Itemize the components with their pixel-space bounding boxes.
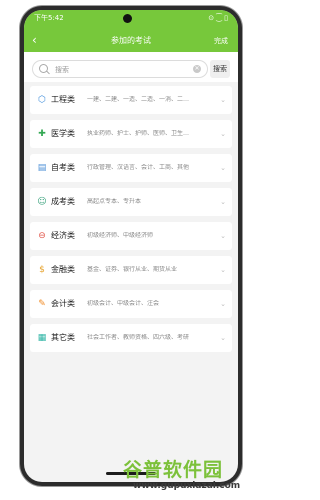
app-screen: 下午5:42 ⊙ ⁐ ▯ ‹ 参加的考试 完成 ✕ 搜索 ⬡ 工程类 一建、二建…	[24, 10, 238, 482]
building-icon: ⬡	[38, 95, 46, 105]
search-input[interactable]	[53, 62, 177, 78]
category-desc: 行政管理、汉语言、会计、工商、其他	[87, 164, 190, 171]
category-label: 自考类	[51, 163, 75, 172]
category-item-economics[interactable]: ⊖ 经济类 初级经济师、中级经济师 ⌄	[30, 222, 232, 250]
category-desc: 初级会计、中级会计、注会	[87, 300, 160, 307]
category-label: 经济类	[51, 231, 75, 240]
category-label: 成考类	[51, 197, 75, 206]
app-header: 下午5:42 ⊙ ⁐ ▯ ‹ 参加的考试 完成	[24, 10, 238, 52]
category-desc: 基金、证券、银行从业、期货从业	[87, 266, 178, 273]
category-item-medical[interactable]: ✚ 医学类 执业药师、护士、护师、医师、卫生… ⌄	[30, 120, 232, 148]
chevron-down-icon[interactable]: ⌄	[220, 95, 226, 105]
category-list: ⬡ 工程类 一建、二建、一造、二造、一消、二… ⌄ ✚ 医学类 执业药师、护士、…	[30, 86, 232, 358]
category-item-engineering[interactable]: ⬡ 工程类 一建、二建、一造、二造、一消、二… ⌄	[30, 86, 232, 114]
category-item-finance[interactable]: $ 金融类 基金、证券、银行从业、期货从业 ⌄	[30, 256, 232, 284]
chevron-down-icon[interactable]: ⌄	[220, 265, 226, 275]
category-desc: 初级经济师、中级经济师	[87, 232, 154, 239]
category-item-adult-exam[interactable]: ☺ 成考类 高起点专本、专升本 ⌄	[30, 188, 232, 216]
category-label: 医学类	[51, 129, 75, 138]
status-time: 下午5:42	[34, 14, 64, 22]
medical-icon: ✚	[38, 129, 46, 139]
category-item-other[interactable]: ▦ 其它类 社会工作者、教师资格、四六级、考研 ⌄	[30, 324, 232, 352]
category-desc: 高起点专本、专升本	[87, 198, 142, 205]
chevron-down-icon[interactable]: ⌄	[220, 129, 226, 139]
category-desc: 社会工作者、教师资格、四六级、考研	[87, 334, 190, 341]
graduation-icon: ☺	[37, 197, 47, 207]
phone-frame: 下午5:42 ⊙ ⁐ ▯ ‹ 参加的考试 完成 ✕ 搜索 ⬡ 工程类 一建、二建…	[20, 6, 242, 486]
search-field[interactable]: ✕	[32, 60, 208, 78]
watermark: 谷普软件园 www.gupuxiazai.com	[0, 455, 258, 500]
category-label: 其它类	[51, 333, 75, 342]
chevron-down-icon[interactable]: ⌄	[220, 163, 226, 173]
search-button[interactable]: 搜索	[210, 60, 230, 78]
dollar-icon: $	[39, 265, 45, 275]
chevron-down-icon[interactable]: ⌄	[220, 231, 226, 241]
category-desc: 执业药师、护士、护师、医师、卫生…	[87, 130, 190, 137]
watermark-url: www.gupuxiazai.com	[133, 481, 241, 491]
camera-cutout	[123, 14, 132, 23]
category-item-accounting[interactable]: ✎ 会计类 初级会计、中级会计、注会 ⌄	[30, 290, 232, 318]
status-icons: ⊙ ⁐ ▯	[208, 14, 228, 22]
clear-icon[interactable]: ✕	[193, 65, 201, 73]
category-desc: 一建、二建、一造、二造、一消、二…	[87, 96, 190, 103]
pencil-icon: ✎	[38, 299, 46, 309]
chevron-down-icon[interactable]: ⌄	[220, 333, 226, 343]
economics-icon: ⊖	[38, 231, 46, 241]
category-label: 金融类	[51, 265, 75, 274]
grid-icon: ▦	[37, 333, 47, 343]
category-label: 会计类	[51, 299, 75, 308]
watermark-logo: 谷普软件园	[123, 459, 224, 481]
category-label: 工程类	[51, 95, 75, 104]
chevron-down-icon[interactable]: ⌄	[220, 299, 226, 309]
search-bar: ✕ 搜索	[24, 52, 238, 82]
done-button[interactable]: 完成	[214, 36, 228, 46]
document-icon: ▤	[37, 163, 47, 173]
chevron-down-icon[interactable]: ⌄	[220, 197, 226, 207]
nav-bar: ‹ 参加的考试 完成	[24, 30, 238, 52]
search-icon	[39, 64, 48, 73]
page-title: 参加的考试	[111, 36, 151, 45]
category-item-self-study[interactable]: ▤ 自考类 行政管理、汉语言、会计、工商、其他 ⌄	[30, 154, 232, 182]
